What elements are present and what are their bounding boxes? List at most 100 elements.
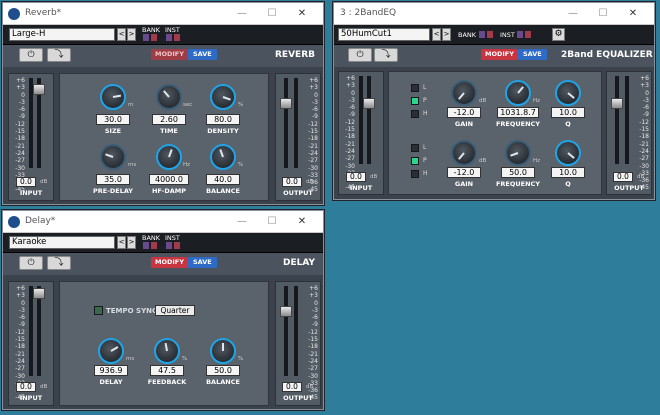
close-button[interactable]: ✕ <box>618 7 648 21</box>
close-button[interactable]: ✕ <box>287 215 317 229</box>
input-value[interactable]: 0.0 <box>16 177 36 187</box>
output-fader[interactable] <box>280 98 292 109</box>
band2-frequency-knob[interactable] <box>505 140 531 166</box>
delay-time-value[interactable]: 936.9 <box>94 365 128 376</box>
modify-button[interactable]: MODIFY <box>151 49 188 60</box>
preset-next-button[interactable]: > <box>127 28 136 41</box>
band2-gain-value[interactable]: -12.0 <box>447 167 481 178</box>
tempo-sync-label: TEMPO SYNC <box>106 307 158 315</box>
time-value[interactable]: 2.60 <box>152 114 186 125</box>
output-value[interactable]: 0.0 <box>282 382 302 392</box>
band1-frequency-value[interactable]: 1031.8.7 <box>497 107 539 118</box>
minimize-button[interactable]: — <box>558 7 588 21</box>
balance-value[interactable]: 50.0 <box>206 365 240 376</box>
preset-field[interactable]: Karaoke <box>9 236 115 249</box>
bank-select-a[interactable] <box>143 242 149 249</box>
band1-q-value[interactable]: 10.0 <box>551 107 585 118</box>
feedback-value[interactable]: 47.5 <box>150 365 184 376</box>
settings-gear-icon[interactable]: ⚙ <box>552 28 565 41</box>
inst-select-b[interactable] <box>174 242 180 249</box>
bank-select-a[interactable] <box>479 31 485 38</box>
power-button[interactable]: ⏻ <box>19 256 43 270</box>
save-button[interactable]: SAVE <box>518 49 547 60</box>
pre-delay-value[interactable]: 35.0 <box>96 174 130 185</box>
band1-q-knob[interactable] <box>555 80 581 106</box>
pre-delay-knob[interactable] <box>100 144 126 170</box>
high-label: H <box>423 170 428 177</box>
route-button[interactable]: ⤵ <box>374 48 398 62</box>
band1-low-toggle[interactable] <box>411 84 419 92</box>
feedback-knob[interactable] <box>154 338 180 364</box>
time-knob[interactable] <box>156 84 182 110</box>
size-value[interactable]: 30.0 <box>96 114 130 125</box>
hf-damp-value[interactable]: 4000.0 <box>149 174 189 185</box>
preset-field[interactable]: 50HumCut1 <box>338 28 430 41</box>
hf-damp-knob[interactable] <box>156 144 182 170</box>
size-knob[interactable] <box>100 84 126 110</box>
inst-select-b[interactable] <box>174 34 180 41</box>
input-value[interactable]: 0.0 <box>346 172 366 182</box>
output-fader[interactable] <box>280 306 292 317</box>
balance-knob[interactable] <box>210 338 236 364</box>
preset-next-button[interactable]: > <box>127 236 136 249</box>
bank-select-b[interactable] <box>151 34 157 41</box>
input-fader[interactable] <box>33 288 45 299</box>
modify-button[interactable]: MODIFY <box>481 49 518 60</box>
band1-gain-value[interactable]: -12.0 <box>447 107 481 118</box>
save-button[interactable]: SAVE <box>188 257 217 268</box>
maximize-button[interactable]: ☐ <box>257 215 287 229</box>
band2-low-toggle[interactable] <box>411 144 419 152</box>
bank-select-b[interactable] <box>151 242 157 249</box>
power-button[interactable]: ⏻ <box>348 48 372 62</box>
output-value[interactable]: 0.0 <box>613 172 633 182</box>
band1-peak-toggle[interactable] <box>411 97 419 105</box>
inst-select-a[interactable] <box>517 31 523 38</box>
input-fader[interactable] <box>363 98 375 109</box>
band2-q-value[interactable]: 10.0 <box>551 167 585 178</box>
delay-parameters: TEMPO SYNC Quarter ms 936.9 DELAY % 47.5… <box>59 281 269 406</box>
reverb-titlebar[interactable]: Reverb* — ☐ ✕ <box>3 3 323 25</box>
inst-select-b[interactable] <box>525 31 531 38</box>
delay-titlebar[interactable]: Delay* — ☐ ✕ <box>3 211 323 233</box>
output-fader[interactable] <box>611 98 623 109</box>
fader-track <box>284 78 288 168</box>
preset-prev-button[interactable]: < <box>117 236 126 249</box>
density-value[interactable]: 80.0 <box>206 114 240 125</box>
band1-frequency-knob[interactable] <box>505 80 531 106</box>
minimize-button[interactable]: — <box>227 7 257 21</box>
band1-high-toggle[interactable] <box>411 110 419 118</box>
band2-frequency-value[interactable]: 50.0 <box>501 167 535 178</box>
output-value[interactable]: 0.0 <box>282 177 302 187</box>
maximize-button[interactable]: ☐ <box>588 7 618 21</box>
tempo-note-select[interactable]: Quarter <box>155 305 195 316</box>
input-fader[interactable] <box>33 84 45 95</box>
save-button[interactable]: SAVE <box>188 49 217 60</box>
close-button[interactable]: ✕ <box>287 7 317 21</box>
tempo-sync-checkbox[interactable] <box>94 306 103 315</box>
power-button[interactable]: ⏻ <box>19 48 43 62</box>
band2-high-toggle[interactable] <box>411 170 419 178</box>
modify-button[interactable]: MODIFY <box>151 257 188 268</box>
eq-titlebar[interactable]: 3 : 2BandEQ — ☐ ✕ <box>334 3 654 25</box>
preset-prev-button[interactable]: < <box>117 28 126 41</box>
input-value[interactable]: 0.0 <box>16 382 36 392</box>
delay-time-knob[interactable] <box>98 338 124 364</box>
inst-select-a[interactable] <box>166 34 172 41</box>
band2-q-knob[interactable] <box>555 140 581 166</box>
route-button[interactable]: ⤵ <box>47 256 71 270</box>
balance-value[interactable]: 40.0 <box>206 174 240 185</box>
inst-select-a[interactable] <box>166 242 172 249</box>
preset-prev-button[interactable]: < <box>432 28 441 41</box>
route-button[interactable]: ⤵ <box>47 48 71 62</box>
minimize-button[interactable]: — <box>227 215 257 229</box>
balance-knob[interactable] <box>210 144 236 170</box>
maximize-button[interactable]: ☐ <box>257 7 287 21</box>
band1-gain-knob[interactable] <box>451 80 477 106</box>
preset-next-button[interactable]: > <box>442 28 451 41</box>
preset-field[interactable]: Large-H <box>9 28 115 41</box>
bank-select-b[interactable] <box>487 31 493 38</box>
bank-select-a[interactable] <box>143 34 149 41</box>
band2-peak-toggle[interactable] <box>411 157 419 165</box>
density-knob[interactable] <box>210 84 236 110</box>
band2-gain-knob[interactable] <box>451 140 477 166</box>
